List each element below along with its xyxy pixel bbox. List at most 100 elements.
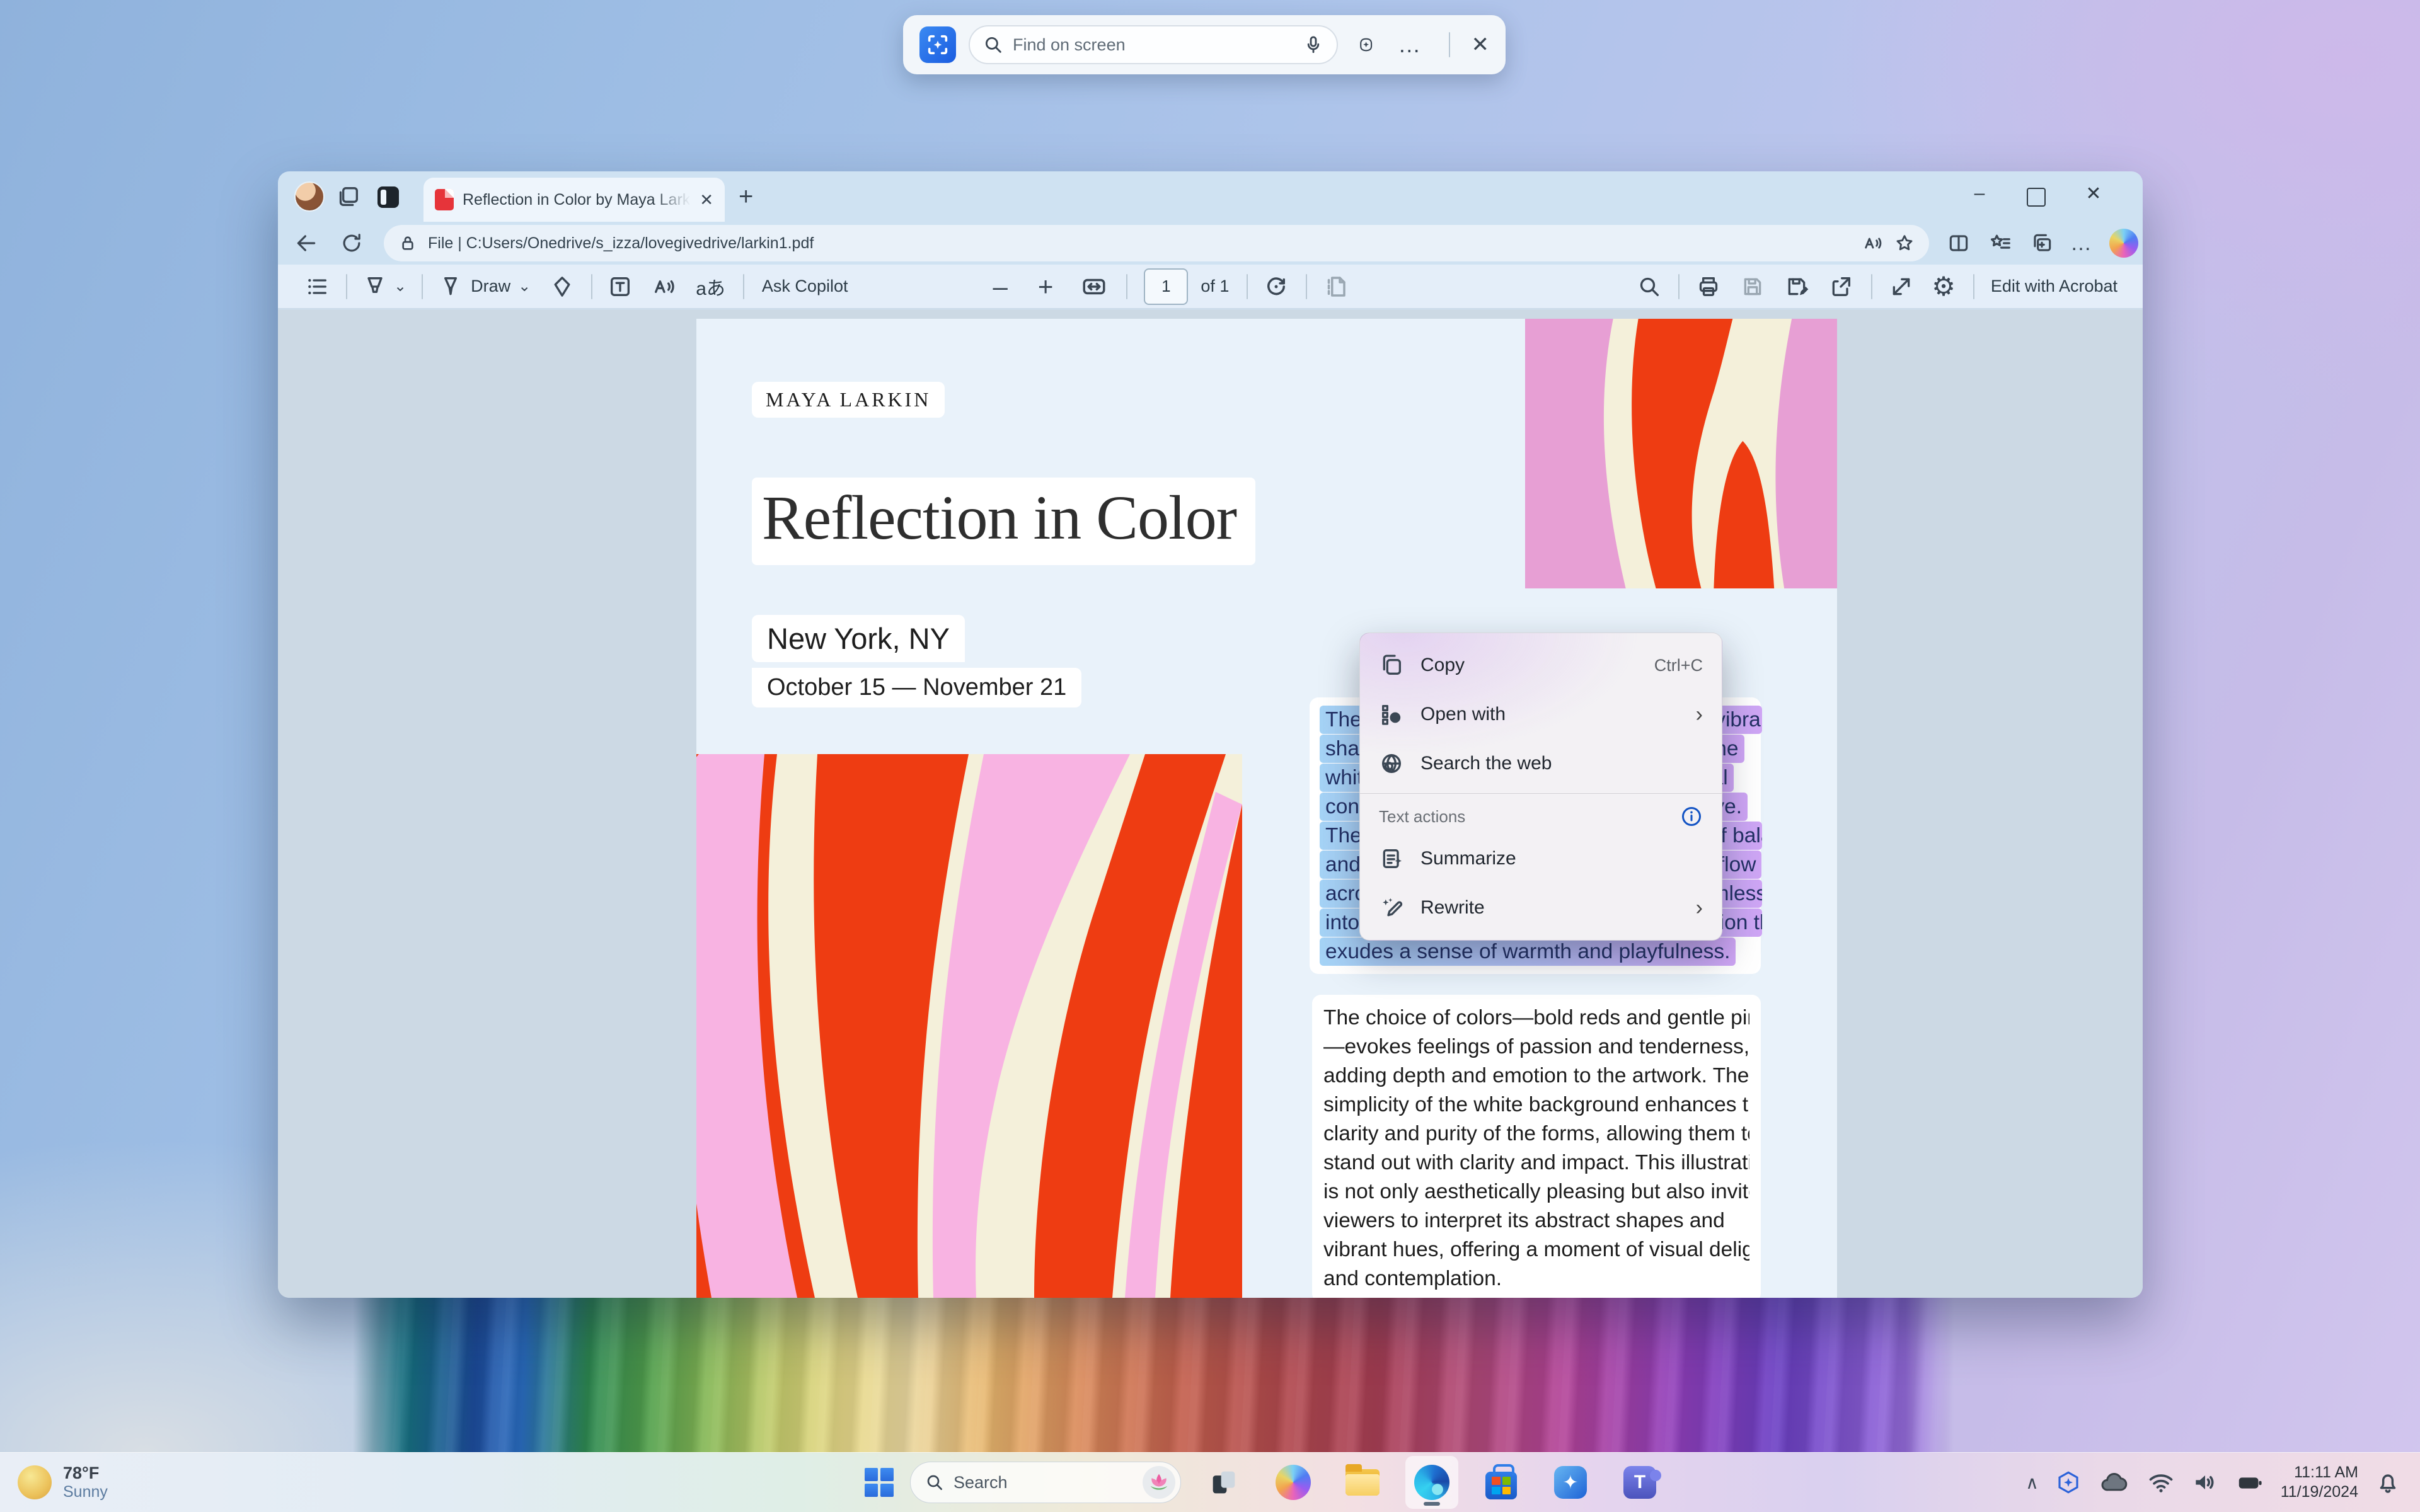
pen-icon[interactable] — [438, 274, 463, 299]
browser-menu-icon[interactable]: … — [2070, 231, 2093, 256]
zoom-in-button[interactable]: + — [1038, 272, 1054, 302]
open-with-icon — [1379, 702, 1404, 727]
settings-icon[interactable]: ⚙ — [1932, 271, 1956, 302]
zoom-out-button[interactable]: – — [993, 272, 1007, 302]
draw-chevron-icon[interactable]: ⌄ — [518, 277, 531, 295]
translate-icon[interactable]: aあ — [696, 273, 725, 301]
eraser-icon[interactable] — [550, 274, 575, 299]
tab-title: Reflection in Color by Maya Larki — [463, 191, 691, 209]
page-number-input[interactable]: 1 — [1144, 268, 1188, 305]
text-line: and contemplation. — [1323, 1264, 1749, 1293]
back-icon[interactable] — [294, 231, 318, 255]
dates-text: October 15 — November 21 — [752, 668, 1081, 707]
favorite-star-icon[interactable] — [1894, 232, 1915, 254]
teams-button[interactable]: T — [1613, 1456, 1666, 1509]
window-minimize-button[interactable]: – — [1957, 183, 2002, 204]
tab-close-icon[interactable]: ✕ — [700, 190, 713, 210]
menu-separator — [1360, 793, 1722, 794]
artist-name: MAYA LARKIN — [752, 382, 945, 418]
find-placeholder: Find on screen — [1013, 35, 1294, 55]
share-icon[interactable] — [1828, 274, 1853, 299]
copy-hotkey: Ctrl+C — [1654, 656, 1703, 675]
tray-chevron-icon[interactable]: ∧ — [2025, 1472, 2039, 1493]
taskbar-search[interactable]: Search — [910, 1462, 1181, 1503]
battery-icon[interactable] — [2235, 1468, 2264, 1497]
search-icon — [982, 34, 1004, 55]
wifi-icon[interactable] — [2147, 1469, 2175, 1496]
clock[interactable]: 11:11 AM 11/19/2024 — [2281, 1463, 2358, 1502]
copilot-badge-icon[interactable] — [1358, 32, 1374, 58]
file-explorer-button[interactable] — [1336, 1456, 1389, 1509]
edit-with-acrobat-button[interactable]: Edit with Acrobat — [1991, 277, 2118, 296]
start-button[interactable] — [865, 1468, 894, 1497]
pdf-read-aloud-icon[interactable] — [652, 274, 677, 299]
copilot-button[interactable] — [1267, 1456, 1320, 1509]
text-line: is not only aesthetically pleasing but a… — [1323, 1177, 1749, 1206]
edge-button[interactable] — [1405, 1456, 1458, 1509]
text-box-icon[interactable] — [608, 274, 633, 299]
task-view-button[interactable] — [1197, 1456, 1250, 1509]
url-text: File | C:Users/Onedrive/s_izza/lovegived… — [428, 234, 814, 253]
context-menu: Copy Ctrl+C Open with › Search the web T… — [1359, 633, 1722, 941]
rotate-icon[interactable] — [1263, 273, 1289, 300]
volume-icon[interactable] — [2191, 1469, 2219, 1496]
menu-item-copy[interactable]: Copy Ctrl+C — [1360, 641, 1722, 690]
collections-icon[interactable] — [2030, 231, 2054, 255]
weather-condition: Sunny — [63, 1482, 108, 1501]
store-button[interactable] — [1475, 1456, 1528, 1509]
menu-item-summarize[interactable]: Summarize — [1360, 834, 1722, 883]
more-icon[interactable]: … — [1398, 32, 1422, 58]
address-bar-row: File | C:Users/Onedrive/s_izza/lovegived… — [278, 222, 2143, 265]
save-icon — [1740, 274, 1765, 299]
active-tab[interactable]: Reflection in Color by Maya Larki ✕ — [424, 178, 725, 222]
ask-copilot-button[interactable]: Ask Copilot — [762, 277, 848, 296]
pdf-search-icon[interactable] — [1637, 274, 1662, 299]
pdf-toolbar: ⌄ Draw ⌄ aあ Ask Copilot – + 1 of 1 ⚙ Edi… — [278, 265, 2143, 309]
read-aloud-icon[interactable] — [1862, 232, 1884, 254]
workspaces-icon[interactable] — [336, 184, 361, 209]
artwork-top-right — [1525, 319, 1837, 588]
copilot-pc-badge-icon[interactable] — [2055, 1469, 2082, 1496]
window-maximize-button[interactable] — [2027, 188, 2046, 207]
menu-item-open-with[interactable]: Open with › — [1360, 690, 1722, 739]
search-highlight-image — [1143, 1466, 1175, 1499]
split-screen-icon[interactable] — [1947, 231, 1971, 255]
text-line: clarity and purity of the forms, allowin… — [1323, 1120, 1749, 1148]
fit-width-icon[interactable] — [1081, 273, 1107, 300]
menu-item-rewrite[interactable]: Rewrite › — [1360, 883, 1722, 932]
document-title: Reflection in Color — [752, 478, 1255, 565]
menu-item-search-web[interactable]: Search the web — [1360, 739, 1722, 788]
new-tab-button[interactable]: + — [739, 183, 753, 211]
bell-icon[interactable] — [2375, 1469, 2401, 1496]
profile-avatar[interactable] — [294, 181, 325, 212]
favorites-bar-icon[interactable] — [1988, 231, 2012, 255]
screen-capture-icon[interactable] — [919, 26, 956, 63]
weather-widget[interactable]: 78°F Sunny — [18, 1463, 108, 1501]
address-bar[interactable]: File | C:Users/Onedrive/s_izza/lovegived… — [384, 225, 1929, 261]
browser-window: Reflection in Color by Maya Larki ✕ + – … — [278, 171, 2143, 1298]
text-line: exudes a sense of warmth and playfulness… — [1320, 937, 1736, 966]
highlighter-icon[interactable] — [362, 274, 388, 299]
vertical-tabs-icon[interactable] — [377, 186, 399, 208]
toc-icon[interactable] — [304, 274, 330, 299]
text-line: simplicity of the white background enhan… — [1323, 1091, 1749, 1120]
teams-icon: T — [1623, 1466, 1656, 1499]
onedrive-icon[interactable] — [2098, 1466, 2131, 1499]
copilot-logo[interactable] — [2109, 229, 2138, 258]
fullscreen-icon[interactable] — [1889, 274, 1914, 299]
text-line: The choice of colors—bold reds and gentl… — [1323, 1004, 1749, 1033]
highlighter-chevron-icon[interactable]: ⌄ — [394, 277, 406, 295]
draw-label[interactable]: Draw — [471, 277, 510, 296]
m365-copilot-button[interactable]: ✦ — [1544, 1456, 1597, 1509]
refresh-icon[interactable] — [340, 231, 364, 255]
text-line: stand out with clarity and impact. This … — [1323, 1148, 1749, 1177]
window-close-button[interactable]: ✕ — [2071, 183, 2116, 205]
print-icon[interactable] — [1696, 274, 1721, 299]
microphone-icon[interactable] — [1303, 34, 1324, 55]
find-search-input[interactable]: Find on screen — [969, 25, 1338, 64]
close-icon[interactable]: ✕ — [1472, 32, 1490, 57]
sun-icon — [18, 1465, 52, 1499]
tab-strip: Reflection in Color by Maya Larki ✕ + – … — [278, 171, 2143, 222]
info-icon[interactable] — [1680, 805, 1703, 828]
save-as-icon[interactable] — [1784, 274, 1809, 299]
